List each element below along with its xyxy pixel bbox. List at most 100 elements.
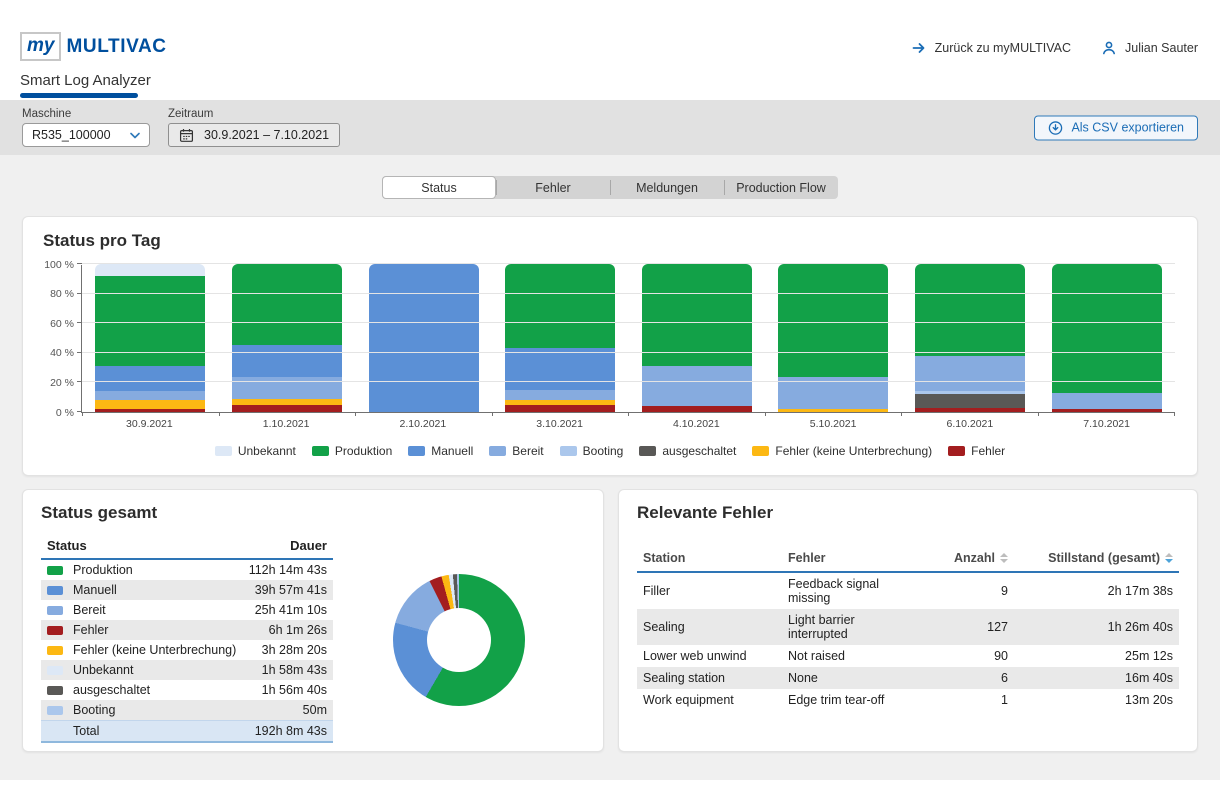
legend-swatch [948, 446, 965, 456]
fehler-table-row: FillerFeedback signal missing92h 17m 38s [637, 572, 1179, 609]
bar-segment-produktion [505, 264, 615, 348]
status-gesamt-table: Status Dauer Produktion112h 14m 43sManue… [41, 533, 333, 743]
stacked-bar [642, 264, 752, 412]
filter-bar: Maschine R535_100000 Zeitraum 30.9.2021 … [0, 100, 1220, 155]
stacked-bar [1052, 264, 1162, 412]
bar-segment-bereit [915, 356, 1025, 392]
status-swatch [47, 566, 63, 575]
bar-segment-fehler [232, 405, 342, 412]
main-content: StatusFehlerMeldungenProduction Flow Sta… [0, 155, 1220, 780]
legend-item-fehler[interactable]: Fehler [948, 444, 1005, 458]
status-total-row: Total192h 8m 43s [41, 721, 333, 743]
stacked-bar [232, 264, 342, 412]
period-label: Zeitraum [168, 108, 340, 120]
machine-select[interactable]: R535_100000 [22, 123, 150, 147]
stacked-bar [778, 264, 888, 412]
legend-swatch [215, 446, 232, 456]
dauer-column-header: Dauer [243, 533, 333, 559]
bar-segment-unbekannt [95, 264, 205, 276]
back-to-mymultivac-link[interactable]: Zurück zu myMULTIVAC [911, 40, 1071, 56]
x-axis-label: 5.10.2021 [778, 418, 888, 430]
period-value: 30.9.2021 – 7.10.2021 [204, 128, 329, 142]
status-gesamt-title: Status gesamt [41, 503, 585, 523]
legend-item-ausgeschaltet[interactable]: ausgeschaltet [639, 444, 736, 458]
legend-swatch [560, 446, 577, 456]
chevron-down-icon [130, 132, 140, 139]
status-swatch [47, 606, 63, 615]
view-tab-status[interactable]: Status [382, 176, 496, 199]
bar-segment-produktion [778, 264, 888, 376]
status-gesamt-card: Status gesamt Status Dauer Produktion112… [22, 489, 604, 752]
anzahl-column-header: Anzahl [909, 545, 1014, 572]
legend-swatch [312, 446, 329, 456]
download-icon [1048, 120, 1063, 135]
legend-item-unbekannt[interactable]: Unbekannt [215, 444, 296, 458]
mymultivac-logo: my MULTIVAC [20, 32, 167, 61]
x-axis-label: 30.9.2021 [94, 418, 204, 430]
x-axis-label: 1.10.2021 [231, 418, 341, 430]
status-pro-tag-title: Status pro Tag [43, 231, 1177, 251]
legend-swatch [639, 446, 656, 456]
fehler-column-header: Fehler [782, 545, 909, 572]
logo-brand-text: MULTIVAC [66, 36, 166, 58]
stacked-bar-chart: 0 %20 %40 %60 %80 %100 % 30.9.20211.10.2… [43, 265, 1177, 435]
fehler-table-row: Work equipmentEdge trim tear-off113m 20s [637, 689, 1179, 711]
export-csv-button[interactable]: Als CSV exportieren [1034, 115, 1198, 140]
bar-segment-ausgeschaltet [915, 394, 1025, 407]
y-axis-label: 60 % [50, 318, 74, 330]
status-pro-tag-card: Status pro Tag 0 %20 %40 %60 %80 %100 % … [22, 216, 1198, 476]
legend-item-manuell[interactable]: Manuell [408, 444, 473, 458]
bar-segment-bereit [505, 390, 615, 400]
view-tab-meldungen[interactable]: Meldungen [610, 176, 724, 199]
legend-item-booting[interactable]: Booting [560, 444, 624, 458]
bar-segment-fehler_ku [95, 400, 205, 409]
status-table-row: Fehler (keine Unterbrechung)3h 28m 20s [41, 640, 333, 660]
bar-segment-manuell [505, 348, 615, 389]
bar-segment-manuell [369, 264, 479, 412]
legend-item-fehler_ku[interactable]: Fehler (keine Unterbrechung) [752, 444, 932, 458]
legend-swatch [408, 446, 425, 456]
relevante-fehler-table: Station Fehler Anzahl Stillstand (g [637, 545, 1179, 711]
view-tab-fehler[interactable]: Fehler [496, 176, 610, 199]
y-axis-label: 20 % [50, 377, 74, 389]
stacked-bar [95, 264, 205, 412]
app-header: my MULTIVAC Zurück zu myMULTIVAC Julian … [0, 0, 1220, 100]
bar-segment-produktion [232, 264, 342, 345]
machine-select-value: R535_100000 [32, 128, 111, 142]
machine-label: Maschine [22, 108, 150, 120]
y-axis-label: 100 % [44, 259, 74, 271]
active-tab-underline [20, 93, 138, 98]
x-axis-label: 4.10.2021 [641, 418, 751, 430]
status-table-row: Unbekannt1h 58m 43s [41, 660, 333, 680]
back-link-label: Zurück zu myMULTIVAC [935, 41, 1071, 55]
fehler-table-row: Lower web unwindNot raised9025m 12s [637, 645, 1179, 667]
x-axis-labels: 30.9.20211.10.20212.10.20213.10.20214.10… [81, 418, 1175, 430]
stillstand-sort-button[interactable] [1165, 553, 1173, 563]
view-tabs: StatusFehlerMeldungenProduction Flow [382, 176, 838, 199]
legend-item-bereit[interactable]: Bereit [489, 444, 543, 458]
bar-segment-produktion [915, 264, 1025, 356]
status-table-row: ausgeschaltet1h 56m 40s [41, 680, 333, 700]
x-axis-label: 6.10.2021 [915, 418, 1025, 430]
tab-smart-log-analyzer[interactable]: Smart Log Analyzer [20, 72, 151, 89]
stacked-bar [369, 264, 479, 412]
legend-swatch [489, 446, 506, 456]
export-csv-label: Als CSV exportieren [1071, 121, 1184, 135]
relevante-fehler-title: Relevante Fehler [637, 503, 1179, 523]
period-datepicker[interactable]: 30.9.2021 – 7.10.2021 [168, 123, 340, 147]
legend-swatch [752, 446, 769, 456]
y-axis-label: 80 % [50, 288, 74, 300]
status-donut-chart [393, 574, 525, 706]
stacked-bar [915, 264, 1025, 412]
y-axis-label: 0 % [56, 407, 74, 419]
smart-log-analyzer-app: my MULTIVAC Zurück zu myMULTIVAC Julian … [0, 0, 1220, 800]
x-axis-label: 2.10.2021 [368, 418, 478, 430]
bar-segment-manuell [95, 366, 205, 391]
status-swatch [47, 646, 63, 655]
legend-item-produktion[interactable]: Produktion [312, 444, 392, 458]
view-tab-production-flow[interactable]: Production Flow [724, 176, 838, 199]
anzahl-sort-button[interactable] [1000, 553, 1008, 563]
user-name: Julian Sauter [1125, 41, 1198, 55]
status-table-row: Manuell39h 57m 41s [41, 580, 333, 600]
user-menu[interactable]: Julian Sauter [1101, 40, 1198, 56]
